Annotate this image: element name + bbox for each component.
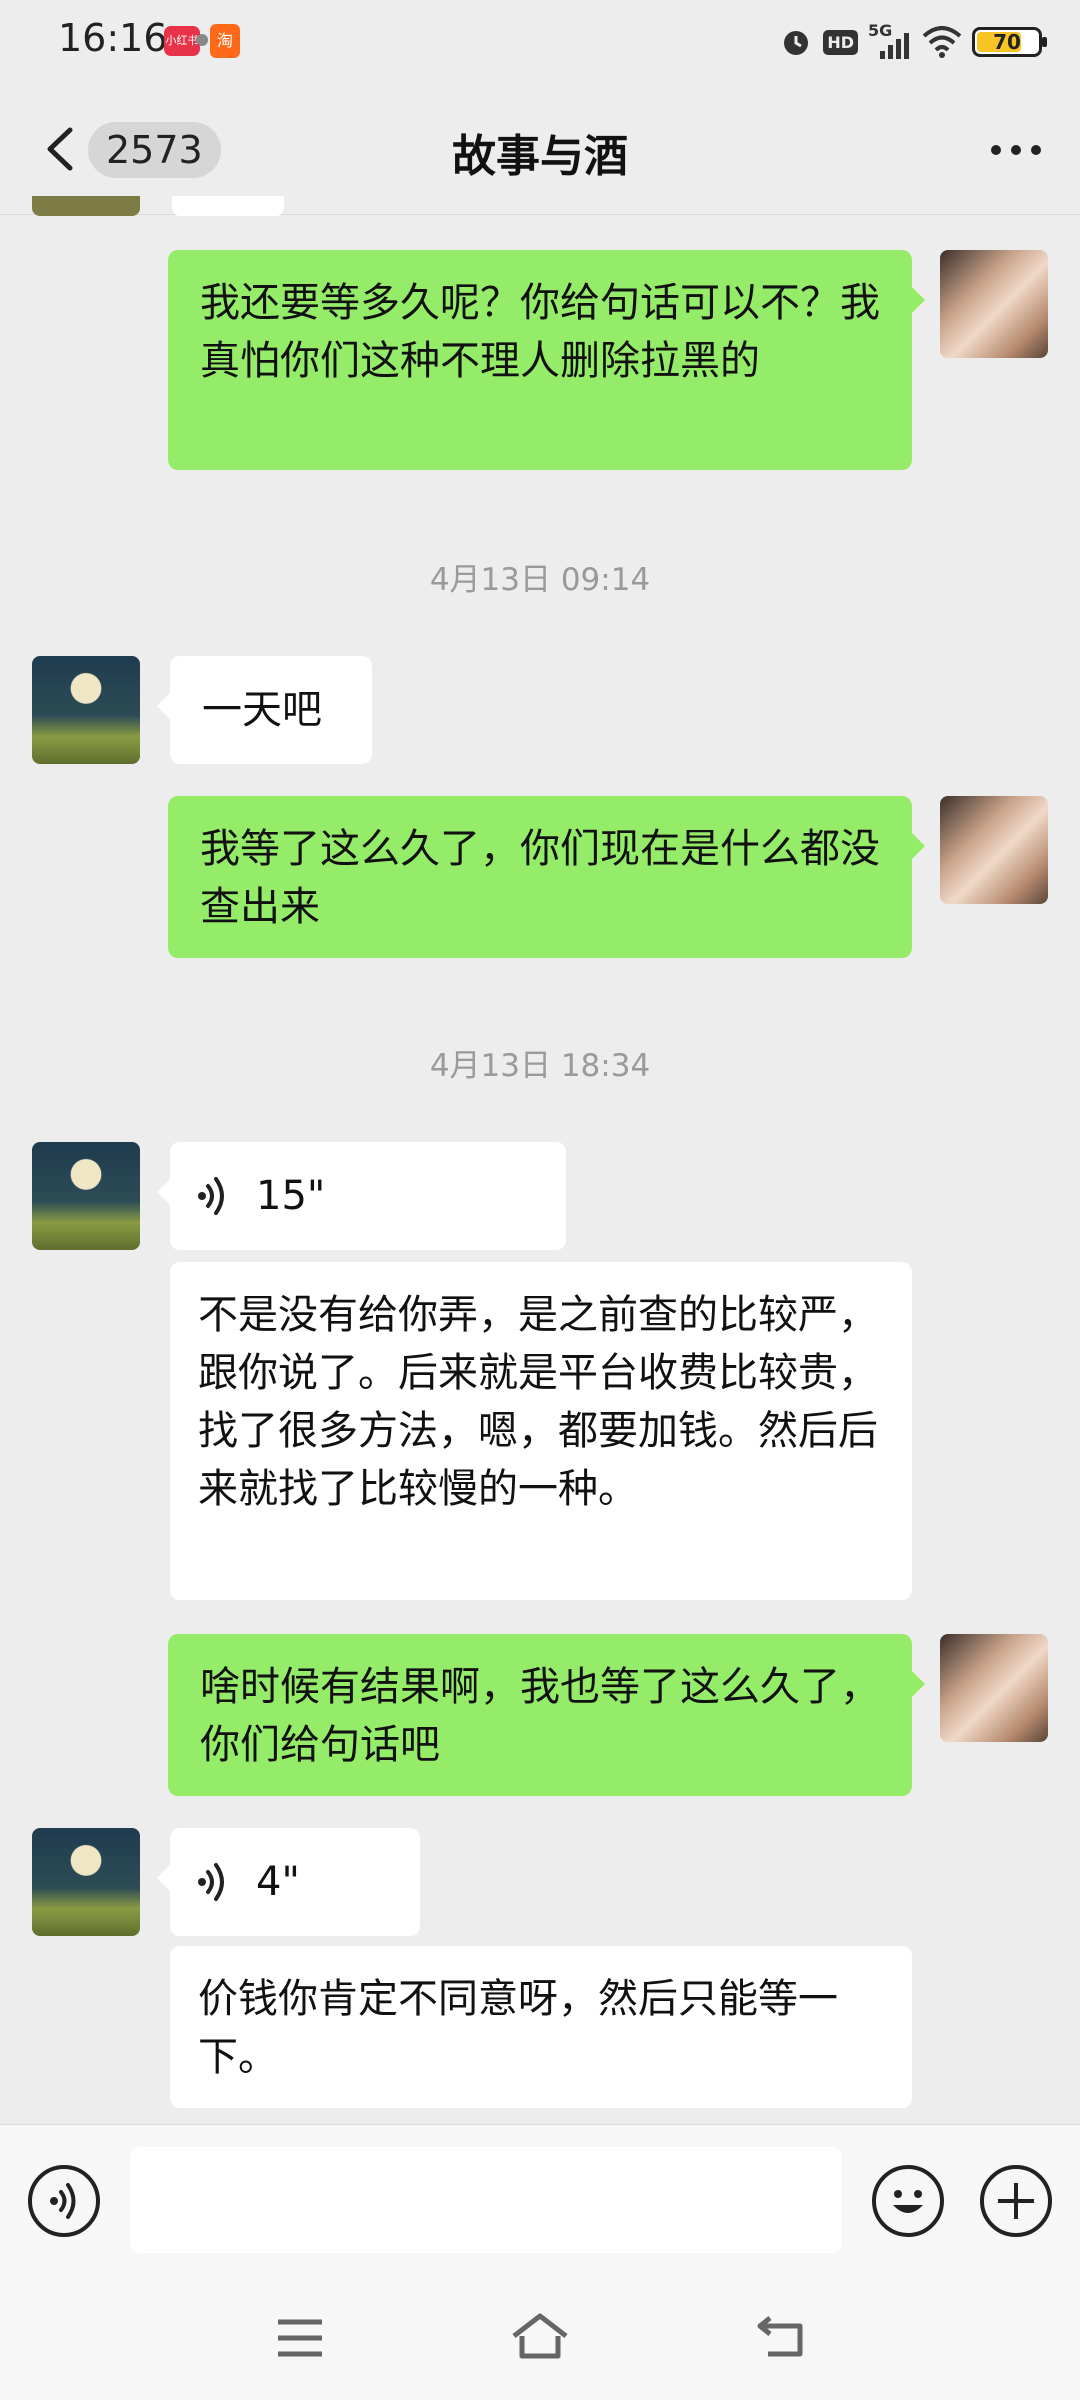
voice-message-bubble[interactable]: 15" [157,1142,566,1250]
voice-duration: 15" [256,1173,326,1219]
my-message-bubble[interactable]: 我等了这么久了，你们现在是什么都没查出来 [168,796,925,958]
voice-wave-icon [198,1863,224,1901]
menu-icon[interactable] [276,2318,324,2358]
taobao-notification-icon: 淘 [210,24,240,58]
message-text: 我等了这么久了，你们现在是什么都没查出来 [200,826,880,930]
status-indicators: HD 5G 70 [779,21,1047,62]
transcript-text: 价钱你肯定不同意呀，然后只能等一下。 [198,1976,838,2080]
my-avatar[interactable] [940,250,1048,358]
emoji-icon[interactable] [872,2165,944,2237]
my-message-bubble[interactable]: 我还要等多久呢？你给句话可以不？我真怕你们这种不理人删除拉黑的 [168,250,925,470]
contact-avatar[interactable] [32,656,140,764]
voice-transcript-bubble[interactable]: 价钱你肯定不同意呀，然后只能等一下。 [170,1946,912,2108]
message-text: 我还要等多久呢？你给句话可以不？我真怕你们这种不理人删除拉黑的 [200,280,880,384]
my-avatar[interactable] [940,796,1048,904]
voice-input-icon[interactable] [28,2165,100,2237]
chat-header: 2573 故事与酒 [0,84,1080,215]
timestamp: 4月13日 09:14 [429,562,651,598]
signal-icon: 5G [868,21,912,59]
message-text: 啥时候有结果啊，我也等了这么久了，你们给句话吧 [200,1664,880,1768]
chat-input-bar [0,2124,1080,2271]
hd-icon: HD [823,29,858,55]
voice-duration: 4" [256,1859,300,1905]
status-time: 16:16 [58,16,168,60]
voice-message-bubble[interactable]: 4" [157,1828,420,1936]
battery-level: 70 [993,30,1021,54]
wifi-icon [922,26,962,58]
transcript-text: 不是没有给你弄，是之前查的比较严，跟你说了。后来就是平台收费比较贵，找了很多方法… [198,1292,878,1512]
battery-icon: 70 [972,27,1047,57]
notification-dot-icon [196,34,208,46]
back-icon[interactable] [756,2314,808,2360]
my-message-bubble[interactable]: 啥时候有结果啊，我也等了这么久了，你们给句话吧 [168,1634,925,1796]
more-dots-icon[interactable] [988,130,1044,170]
plus-icon[interactable] [980,2165,1052,2237]
voice-wave-icon [198,1177,224,1215]
contact-avatar[interactable] [32,1828,140,1936]
system-navigation-bar [0,2270,1080,2400]
contact-avatar[interactable] [32,1142,140,1250]
xiaohongshu-notification-icon: 小红书 [164,26,200,56]
message-input[interactable] [130,2147,842,2253]
timestamp: 4月13日 18:34 [429,1048,651,1084]
voice-transcript-bubble[interactable]: 不是没有给你弄，是之前查的比较严，跟你说了。后来就是平台收费比较贵，找了很多方法… [170,1262,912,1600]
partial-avatar [32,196,140,216]
chat-title: 故事与酒 [452,131,628,182]
message-text: 一天吧 [202,687,322,733]
status-bar: 16:16 小红书 淘 HD 5G 70 [0,0,1080,84]
network-type-label: 5G [868,21,893,40]
home-icon[interactable] [510,2312,570,2360]
alarm-icon [784,31,809,55]
contact-message-bubble[interactable]: 一天吧 [157,656,372,764]
my-avatar[interactable] [940,1634,1048,1742]
partial-bubble [172,196,284,216]
